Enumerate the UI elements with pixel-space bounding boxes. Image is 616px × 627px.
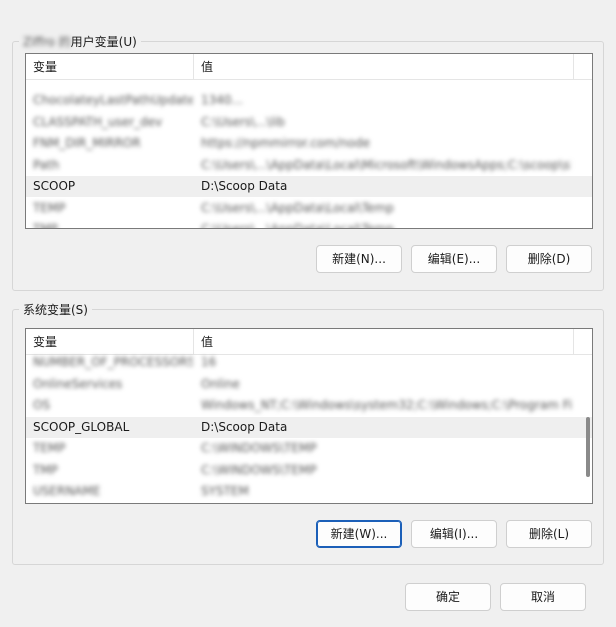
variable-value-cell: C:\WINDOWS\TEMP (201, 441, 317, 455)
table-row[interactable]: TMP C:\WINDOWS\TEMP (26, 460, 592, 481)
variable-name-cell: FNM_DIR_MIRROR (33, 136, 141, 150)
variable-value-cell: https://npmmirror.com/node (201, 136, 370, 150)
system-new-button[interactable]: 新建(W)... (316, 520, 402, 548)
table-row[interactable]: USERNAME SYSTEM (26, 481, 592, 502)
table-row[interactable]: OnlineServices Online (26, 374, 592, 395)
variable-value-cell: D:\Scoop Data (201, 179, 288, 193)
table-row[interactable]: FNM_DIR_MIRROR https://npmmirror.com/node (26, 133, 592, 154)
table-row[interactable]: TEMP C:\WINDOWS\TEMP (26, 438, 592, 459)
user-name-blurred: Ziffro 的 (23, 35, 71, 49)
column-header-variable[interactable]: 变量 (26, 54, 194, 80)
variable-name-cell: NUMBER_OF_PROCESSORS (33, 355, 193, 369)
table-row[interactable]: CLASSPATH_user_dev C:\Users\...\lib (26, 112, 592, 133)
table-row[interactable]: TMP C:\Users\...\AppData\Local\Temp (26, 219, 592, 229)
user-variables-list[interactable]: 变量 值 ChocolateyLastPathUpdate 1340... CLAS… (25, 53, 593, 229)
variable-name-cell: TEMP (33, 441, 66, 455)
user-variables-group: Ziffro 的用户变量(U) 变量 值 ChocolateyLastPathU… (12, 33, 604, 291)
variable-value-cell: Online (201, 376, 240, 391)
variable-value-cell: C:\Users\...\lib (201, 114, 285, 129)
variable-value-cell: 1340... (201, 93, 243, 107)
variable-name-cell: TMP (33, 222, 58, 229)
variable-value-cell: C:\Users\...\AppData\Local\Temp (201, 222, 394, 229)
column-header-value[interactable]: 值 (194, 54, 574, 80)
system-list-scrollbar[interactable] (586, 417, 590, 477)
user-new-button[interactable]: 新建(N)... (316, 245, 402, 273)
system-variables-group: 系统变量(S) 变量 值 NUMBER_OF_PROCESSORS 16 Onlin… (12, 301, 604, 565)
table-row[interactable]: ChocolateyLastPathUpdate 1340... (26, 90, 592, 111)
variable-name-cell: SCOOP_GLOBAL (33, 419, 130, 434)
variable-name-cell: SCOOP (33, 179, 76, 193)
table-row[interactable]: NUMBER_OF_PROCESSORS 16 (26, 352, 592, 373)
system-variables-title: 系统变量(S) (19, 301, 92, 318)
table-row[interactable]: TEMP C:\Users\...\AppData\Local\Temp (26, 198, 592, 219)
cancel-button[interactable]: 取消 (500, 583, 586, 611)
variable-name-cell: OnlineServices (33, 376, 123, 391)
table-row[interactable]: OS Windows_NT;C:\Windows\system32;C:\Wind… (26, 395, 592, 416)
system-delete-button[interactable]: 删除(L) (506, 520, 592, 548)
user-delete-button[interactable]: 删除(D) (506, 245, 592, 273)
table-row[interactable]: SCOOP_GLOBAL D:\Scoop Data (26, 416, 592, 438)
variable-value-cell: D:\Scoop Data (201, 419, 288, 434)
table-row[interactable]: SCOOP D:\Scoop Data (26, 176, 592, 197)
variable-value-cell: Windows_NT;C:\Windows\system32;C:\Window… (201, 398, 571, 412)
variable-name-cell: OS (33, 398, 51, 412)
variable-value-cell: C:\WINDOWS\TEMP (201, 462, 317, 477)
variable-name-cell: TMP (33, 462, 58, 477)
user-list-header: 变量 值 (26, 54, 592, 80)
variable-name-cell: ChocolateyLastPathUpdate (33, 93, 193, 107)
variable-value-cell: SYSTEM (201, 484, 249, 498)
user-variables-title: Ziffro 的用户变量(U) (19, 33, 141, 50)
variable-value-cell: C:\Users\...\AppData\Local\Microsoft\Win… (201, 157, 571, 172)
variable-name-cell: Path (33, 157, 60, 172)
variable-name-cell: TEMP (33, 200, 66, 215)
table-row[interactable]: Path C:\Users\...\AppData\Local\Microsoft… (26, 155, 592, 176)
variable-value-cell: 16 (201, 355, 217, 369)
ok-button[interactable]: 确定 (405, 583, 491, 611)
variable-name-cell: USERNAME (33, 484, 101, 498)
variable-value-cell: C:\Users\...\AppData\Local\Temp (201, 200, 394, 215)
system-variables-list[interactable]: 变量 值 NUMBER_OF_PROCESSORS 16 OnlineService… (25, 328, 593, 504)
system-edit-button[interactable]: 编辑(I)... (411, 520, 497, 548)
user-edit-button[interactable]: 编辑(E)... (411, 245, 497, 273)
variable-name-cell: CLASSPATH_user_dev (33, 114, 163, 129)
